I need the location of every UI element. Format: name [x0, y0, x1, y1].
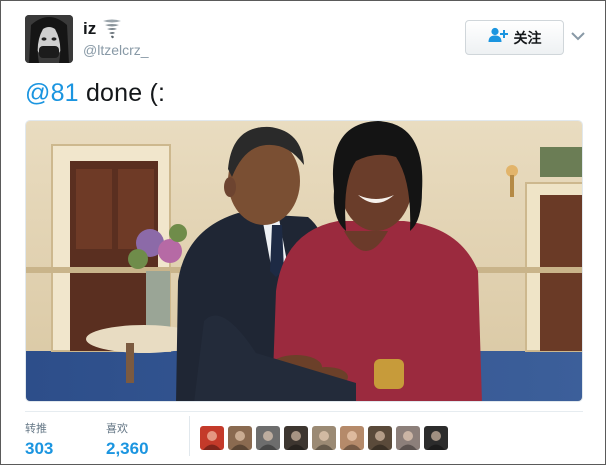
tweet-photo[interactable]	[25, 120, 583, 402]
liker-avatars	[200, 426, 448, 450]
liker-avatar-2[interactable]	[228, 426, 252, 450]
stats-separator	[189, 416, 190, 456]
retweet-label: 转推	[25, 423, 47, 435]
tweet-body: done (:	[78, 79, 166, 107]
liker-avatar-8[interactable]	[396, 426, 420, 450]
liker-avatar-9[interactable]	[424, 426, 448, 450]
retweet-count: 303	[25, 439, 54, 458]
follow-button-label: 关注	[513, 29, 542, 46]
follow-button[interactable]: 关注	[465, 20, 564, 55]
liker-avatar-4[interactable]	[284, 426, 308, 450]
like-count: 2,360	[106, 439, 149, 458]
follow-person-plus-icon	[488, 27, 508, 48]
liker-avatar-5[interactable]	[312, 426, 336, 450]
user-handle[interactable]: @ltzelcrz_	[83, 42, 149, 58]
user-name-row: iz	[83, 18, 122, 40]
chevron-down-icon[interactable]	[569, 29, 587, 43]
liker-avatar-1[interactable]	[200, 426, 224, 450]
display-name[interactable]: iz	[83, 19, 96, 39]
retweet-stat[interactable]: 转推 303	[25, 420, 53, 459]
stats-divider-top	[25, 411, 583, 412]
liker-avatar-3[interactable]	[256, 426, 280, 450]
mention-link[interactable]: @81	[25, 79, 79, 107]
tweet-text: @81 done (:	[25, 79, 165, 108]
avatar[interactable]	[25, 15, 73, 63]
tweet-card: iz @ltzelcrz_ 关注 @81 done (: 转推 303 喜欢 2…	[0, 0, 606, 465]
like-stat[interactable]: 喜欢 2,360	[106, 420, 149, 459]
liker-avatar-6[interactable]	[340, 426, 364, 450]
liker-avatar-7[interactable]	[368, 426, 392, 450]
tornado-icon	[102, 18, 122, 40]
like-label: 喜欢	[106, 423, 128, 435]
